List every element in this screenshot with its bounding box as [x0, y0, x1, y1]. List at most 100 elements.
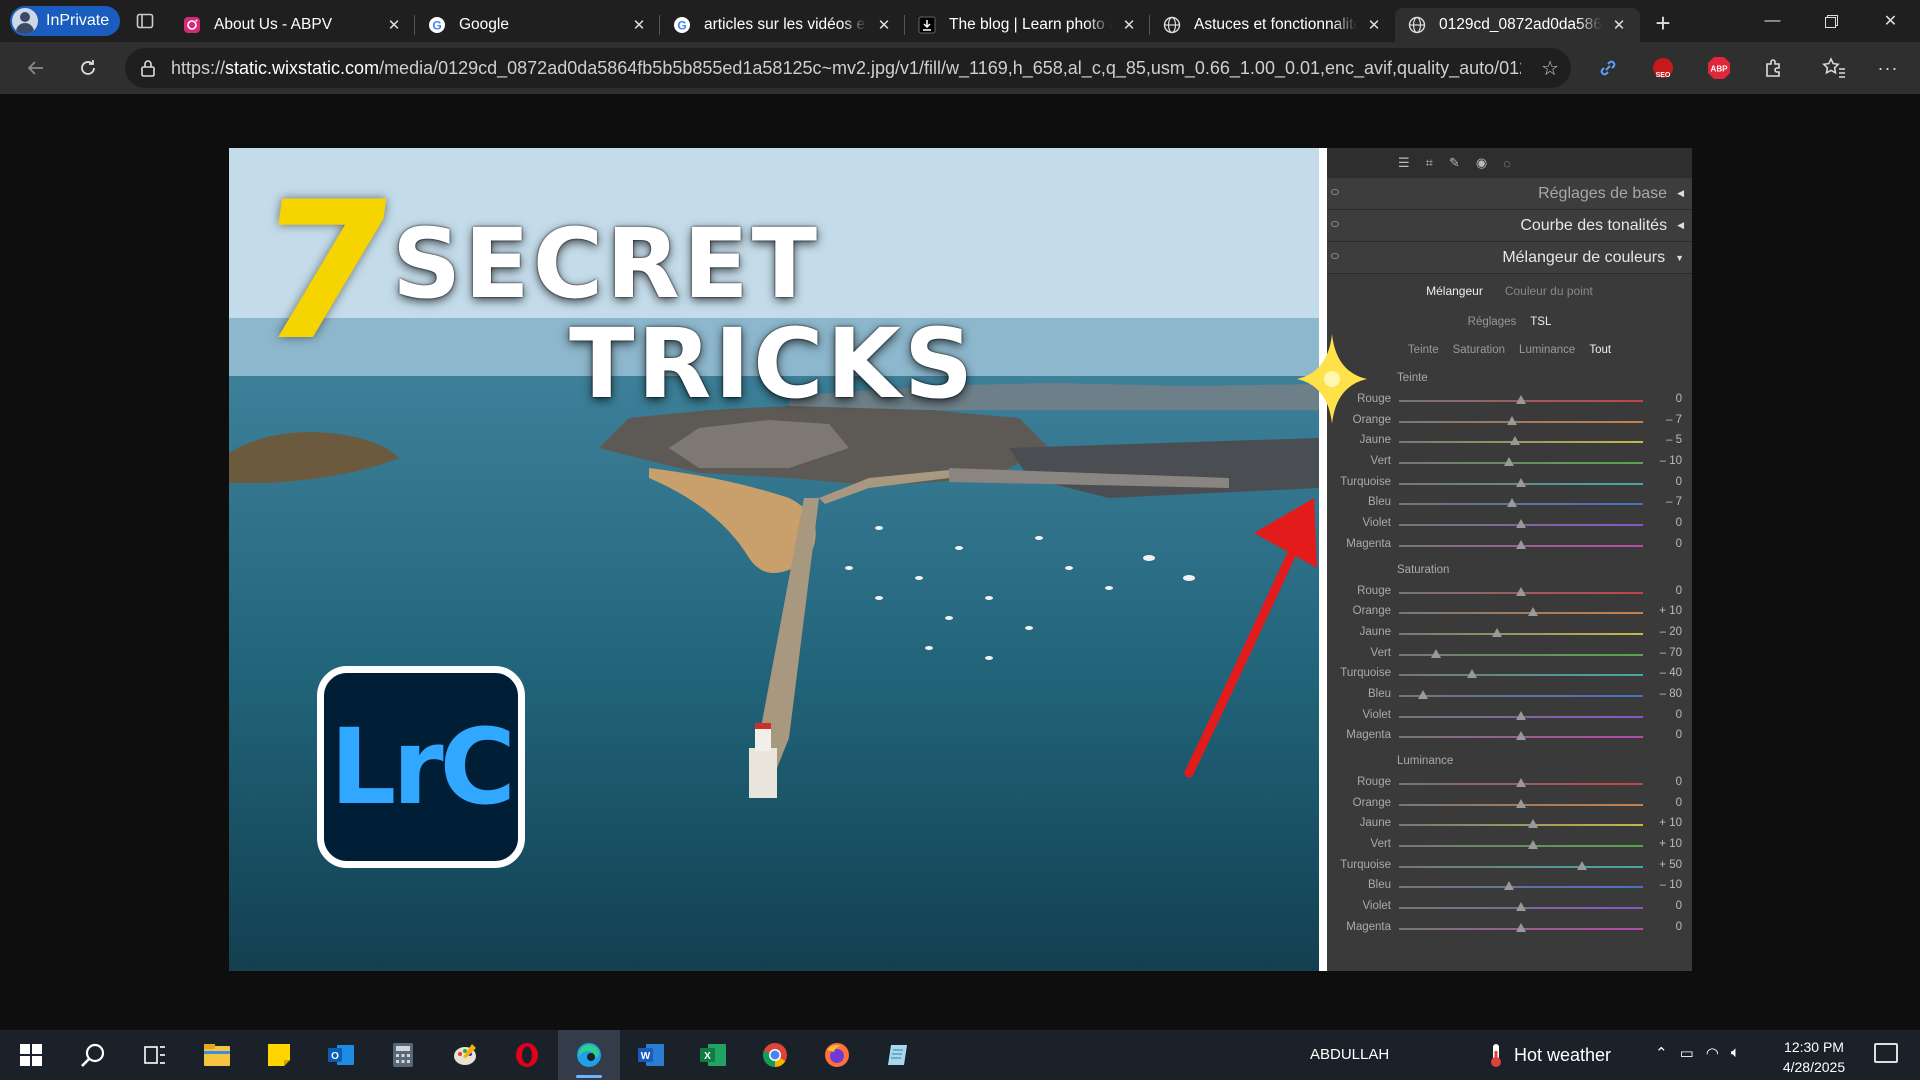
slider-knob[interactable]: [1503, 881, 1514, 891]
slider-track[interactable]: [1399, 420, 1643, 423]
slider-knob[interactable]: [1516, 731, 1526, 741]
slider-knob[interactable]: [1516, 539, 1526, 549]
tab-astuces[interactable]: Astuces et fonctionnalités ✕: [1150, 8, 1395, 42]
slider-knob[interactable]: [1528, 819, 1539, 829]
hsl-slider[interactable]: Magenta 0: [1327, 918, 1692, 939]
back-button[interactable]: [10, 48, 62, 88]
sticky-notes-button[interactable]: [248, 1030, 310, 1080]
hsl-slider[interactable]: Orange + 10: [1327, 602, 1692, 623]
slider-knob[interactable]: [1516, 710, 1526, 720]
slider-knob[interactable]: [1418, 689, 1429, 699]
close-icon[interactable]: ✕: [1120, 16, 1138, 34]
slider-track[interactable]: [1399, 865, 1643, 868]
slider-knob[interactable]: [1507, 415, 1518, 425]
slider-track[interactable]: [1399, 632, 1643, 635]
outlook-button[interactable]: O: [310, 1030, 372, 1080]
tab-google[interactable]: G Google ✕: [415, 8, 660, 42]
slider-knob[interactable]: [1528, 840, 1539, 850]
slider-knob[interactable]: [1516, 902, 1526, 912]
visibility-icon[interactable]: [1331, 221, 1339, 227]
hsl-slider[interactable]: Magenta 0: [1327, 535, 1692, 556]
start-button[interactable]: [0, 1030, 62, 1080]
favorites-icon[interactable]: [1820, 54, 1848, 82]
close-icon[interactable]: ✕: [1365, 16, 1383, 34]
hsl-slider[interactable]: Turquoise + 50: [1327, 856, 1692, 877]
wifi-icon[interactable]: ◠: [1706, 1044, 1719, 1062]
tab-about-us[interactable]: About Us - ABPV ✕: [170, 8, 415, 42]
slider-knob[interactable]: [1516, 778, 1526, 787]
slider-knob[interactable]: [1430, 648, 1441, 658]
file-explorer-button[interactable]: [186, 1030, 248, 1080]
close-icon[interactable]: ✕: [1610, 16, 1628, 34]
battery-icon[interactable]: ▭: [1680, 1044, 1694, 1062]
tab-google-search[interactable]: G articles sur les vidéos et le ✕: [660, 8, 905, 42]
hsl-slider[interactable]: Turquoise – 40: [1327, 664, 1692, 685]
hsl-slider[interactable]: Rouge 0: [1327, 773, 1692, 794]
hsl-slider[interactable]: Rouge 0: [1327, 390, 1692, 411]
slider-track[interactable]: [1399, 845, 1643, 848]
slider-track[interactable]: [1399, 503, 1643, 506]
seo-extension-icon[interactable]: SEO: [1649, 54, 1677, 82]
chrome-button[interactable]: [744, 1030, 806, 1080]
hsl-slider[interactable]: Turquoise 0: [1327, 473, 1692, 494]
thumbnail-image[interactable]: 7 SECRET TRICKS LrC ☰ ⌗ ✎ ◉ ◌ Réglages d…: [229, 148, 1692, 971]
minimize-button[interactable]: —: [1743, 0, 1802, 42]
slider-knob[interactable]: [1516, 395, 1526, 404]
panel-header[interactable]: Réglages de base ◀: [1327, 178, 1692, 210]
panel-header[interactable]: Mélangeur de couleurs ▼: [1327, 242, 1692, 274]
slider-knob[interactable]: [1507, 498, 1518, 508]
tab-actions-button[interactable]: [120, 12, 170, 30]
opera-button[interactable]: [496, 1030, 558, 1080]
hsl-slider[interactable]: Magenta 0: [1327, 726, 1692, 747]
tab-blog[interactable]: The blog | Learn photo and ✕: [905, 8, 1150, 42]
hsl-slider[interactable]: Jaune – 5: [1327, 431, 1692, 452]
hsl-slider[interactable]: Vert – 70: [1327, 644, 1692, 665]
slider-track[interactable]: [1399, 462, 1643, 465]
slider-knob[interactable]: [1577, 860, 1587, 870]
slider-knob[interactable]: [1467, 669, 1478, 679]
slider-knob[interactable]: [1516, 922, 1526, 932]
clock[interactable]: 12:30 PM 4/28/2025: [1778, 1037, 1850, 1077]
hsl-slider[interactable]: Orange 0: [1327, 794, 1692, 815]
hsl-slider[interactable]: Violet 0: [1327, 706, 1692, 727]
search-button[interactable]: [62, 1030, 124, 1080]
firefox-button[interactable]: [806, 1030, 868, 1080]
hsl-slider[interactable]: Vert + 10: [1327, 835, 1692, 856]
adblock-extension-icon[interactable]: ABP: [1705, 54, 1733, 82]
slider-knob[interactable]: [1503, 457, 1514, 467]
hsl-slider[interactable]: Violet 0: [1327, 897, 1692, 918]
hsl-slider[interactable]: Orange – 7: [1327, 411, 1692, 432]
chevron-up-icon[interactable]: ⌃: [1655, 1044, 1668, 1062]
weather-widget[interactable]: Hot weather: [1488, 1042, 1611, 1068]
hsl-slider[interactable]: Bleu – 10: [1327, 876, 1692, 897]
slider-track[interactable]: [1399, 824, 1643, 827]
slider-knob[interactable]: [1516, 519, 1526, 529]
close-icon[interactable]: ✕: [385, 16, 403, 34]
slider-knob[interactable]: [1516, 798, 1526, 808]
tab-image-active[interactable]: 0129cd_0872ad0da5864fb ✕: [1395, 8, 1640, 42]
slider-track[interactable]: [1399, 694, 1643, 697]
favorite-star-icon[interactable]: ☆: [1541, 56, 1559, 81]
restore-button[interactable]: [1802, 0, 1861, 42]
inprivate-badge[interactable]: InPrivate: [10, 6, 120, 36]
refresh-button[interactable]: [62, 48, 114, 88]
hsl-slider[interactable]: Jaune + 10: [1327, 814, 1692, 835]
slider-knob[interactable]: [1516, 586, 1526, 596]
slider-knob[interactable]: [1516, 477, 1526, 487]
hsl-slider[interactable]: Violet 0: [1327, 514, 1692, 535]
notepad-button[interactable]: [868, 1030, 930, 1080]
calculator-button[interactable]: [372, 1030, 434, 1080]
notifications-icon[interactable]: [1874, 1043, 1898, 1063]
edge-button[interactable]: [558, 1030, 620, 1080]
extensions-puzzle-icon[interactable]: [1760, 54, 1788, 82]
hsl-slider[interactable]: Bleu – 7: [1327, 493, 1692, 514]
paint-button[interactable]: [434, 1030, 496, 1080]
new-tab-button[interactable]: +: [1640, 6, 1686, 40]
url-text[interactable]: https://static.wixstatic.com/media/0129c…: [171, 58, 1521, 79]
slider-track[interactable]: [1399, 674, 1643, 677]
close-window-button[interactable]: ✕: [1861, 0, 1920, 42]
visibility-icon[interactable]: [1331, 253, 1339, 259]
hsl-slider[interactable]: Rouge 0: [1327, 582, 1692, 603]
link-extension-icon[interactable]: [1594, 54, 1622, 82]
close-icon[interactable]: ✕: [630, 16, 648, 34]
